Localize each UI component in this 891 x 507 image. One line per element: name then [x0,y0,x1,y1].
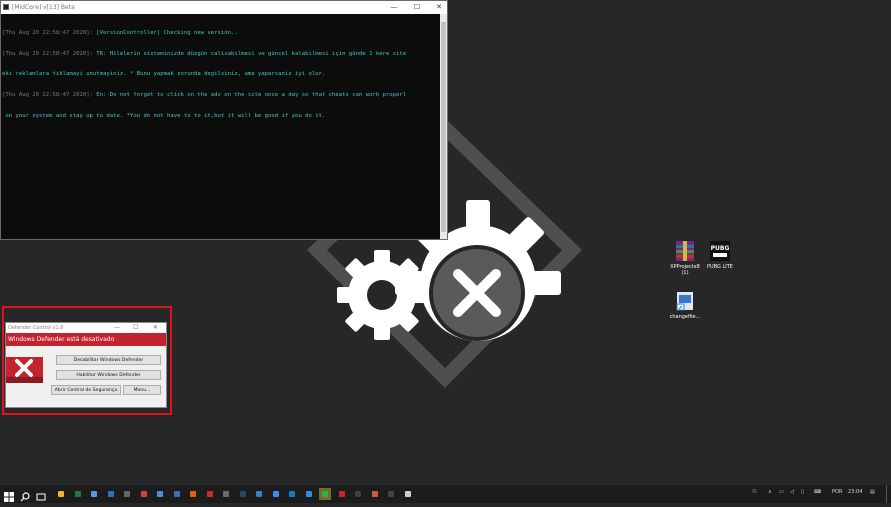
app-icon [157,491,163,497]
app-icon [355,491,361,497]
start-button[interactable] [3,488,15,502]
taskbar-app[interactable] [303,488,315,500]
taskbar-app[interactable] [105,488,117,500]
console-output[interactable]: [Thu Aug 20 22:58:47 2020]: [VersionCont… [1,14,447,236]
tray-volume-icon[interactable]: ◁ [790,489,794,495]
app-icon [223,491,229,497]
edge-icon [289,491,295,497]
console-icon [3,4,9,10]
taskbar-app[interactable] [187,488,199,500]
taskbar-app[interactable] [237,488,249,500]
taskbar-app[interactable] [72,488,84,500]
tray-people-icon[interactable]: ⚇ [752,489,756,495]
console-line: on your system and stay up to date. *You… [2,112,326,119]
taskbar-app[interactable] [253,488,265,500]
desktop-icon-label: XPProjectx8 (1) [670,264,700,276]
taskbar-app[interactable] [138,488,150,500]
show-desktop-button[interactable] [886,485,887,503]
tray-chevron-icon[interactable]: ∧ [768,489,772,495]
scrollbar-thumb[interactable] [441,22,446,232]
file-shortcut-icon [674,290,696,312]
console-title: [MidCore] v[13] Beta [12,4,75,11]
steam-icon [239,491,246,497]
taskbar-app[interactable] [121,488,133,500]
minimize-button[interactable]: — [114,324,120,331]
menu-button[interactable]: Menu... [123,385,161,395]
maximize-button[interactable]: ☐ [133,324,138,331]
desktop-icon-pubg[interactable]: PUBG PUBG LITE [702,240,738,270]
notifications-icon[interactable]: ▤ [870,489,875,495]
console-line: eki reklamlara tiklamayi unutmayiniz. * … [2,71,326,78]
taskbar-app[interactable] [402,488,414,500]
defender-control-window[interactable]: Defender Control v1.6 — ☐ ✕ Windows Defe… [5,322,167,408]
defender-status-banner: Windows Defender está desativado [6,333,166,346]
svg-text:PUBG: PUBG [711,245,730,252]
taskbar-app[interactable] [171,488,183,500]
taskbar-app[interactable] [385,488,397,500]
security-center-button[interactable]: Abrir Central de Segurança [51,385,121,395]
console-line: [Thu Aug 20 22:58:47 2020]: TR: Hileler­… [2,50,407,57]
console-scrollbar[interactable] [440,14,447,239]
photos-icon [91,491,97,497]
minimize-button[interactable]: — [386,2,402,13]
disable-defender-button[interactable]: Desabilitar Windows Defender [56,355,161,365]
opera-icon [338,491,345,497]
taskbar-app[interactable] [286,488,298,500]
task-view-button[interactable] [35,488,47,501]
defender-title: Defender Control v1.6 [8,325,64,331]
language-indicator[interactable]: POR [832,489,842,495]
firefox-icon [190,491,196,497]
desktop-icon-label: PUBG LITE [707,264,733,270]
taskbar-app[interactable] [154,488,166,500]
desktop-icon-xpproject[interactable]: XPProjectx8 (1) [667,240,703,276]
app-icon [371,491,378,497]
tray-keyboard-icon[interactable]: ⌨ [814,489,821,495]
taskbar-app[interactable] [220,488,232,500]
app-icon [305,491,312,497]
defender-titlebar[interactable]: Defender Control v1.6 — ☐ ✕ [6,323,166,333]
chrome-icon [272,491,279,497]
search-icon [20,492,30,502]
taskbar: ⚇ ∧ ▭ ◁ ▯ ⌨ POR 23:04 ▤ [0,485,891,503]
taskbar-app[interactable] [369,488,381,500]
calculator-icon [124,491,130,497]
app-icon [206,491,213,497]
taskbar-app[interactable] [55,488,67,500]
spotify-icon [322,491,328,497]
excel-icon [74,491,81,497]
tray-network-icon[interactable]: ▭ [779,489,784,495]
taskbar-app[interactable] [319,488,331,500]
clock[interactable]: 23:04 [848,489,862,495]
taskbar-app[interactable] [88,488,100,500]
pubg-icon: PUBG [709,240,731,262]
console-titlebar[interactable]: [MidCore] v[13] Beta — ☐ ✕ [1,1,447,14]
taskbar-app[interactable] [352,488,364,500]
maximize-button[interactable]: ☐ [409,2,425,13]
task-view-icon [36,493,46,501]
mail-icon [107,491,114,497]
defender-disabled-icon [6,357,43,383]
search-button[interactable] [19,488,31,502]
file-explorer-icon [58,491,64,497]
taskbar-app[interactable] [270,488,282,500]
console-line: [Thu Aug 20 22:58:47 2020]: [VersionCont… [2,29,238,36]
app-icon [256,491,262,497]
console-line: [Thu Aug 20 22:58:47 2020]: En: Do not f… [2,91,407,98]
winrar-archive-icon [674,240,696,262]
taskbar-app[interactable] [336,488,348,500]
close-button[interactable]: ✕ [153,324,158,331]
windows-icon [4,492,14,502]
taskbar-app[interactable] [204,488,216,500]
desktop-icon-label: changefile... [669,314,701,320]
console-window[interactable]: [MidCore] v[13] Beta — ☐ ✕ [Thu Aug 20 2… [0,0,448,240]
app-icon [388,491,394,497]
close-button[interactable]: ✕ [431,2,447,13]
desktop-icon-changefile[interactable]: changefile... [667,290,703,320]
car-game-icon [140,491,147,497]
tray-battery-icon[interactable]: ▯ [801,489,804,495]
console-icon [404,491,411,497]
app-icon [173,491,180,497]
enable-defender-button[interactable]: Habilitar Windows Defender [56,370,161,380]
